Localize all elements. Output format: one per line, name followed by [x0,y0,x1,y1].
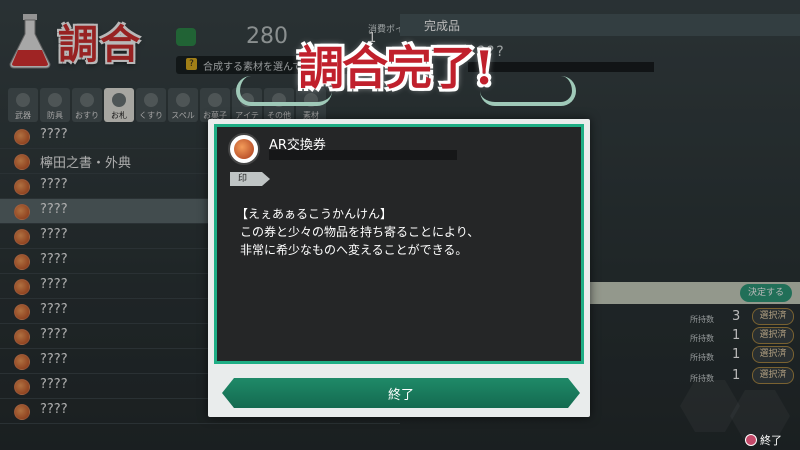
item-description: 非常に希少なものへ変えることができる。 [240,243,468,257]
circle-button-icon [745,434,757,446]
item-reading: 【えぇあぁるこうかんけん】 [236,207,393,221]
category-tag: 印 [230,172,270,186]
charm-icon [228,133,260,165]
end-hint[interactable]: 終了 [760,432,782,448]
completion-banner: 調合完了! [298,41,494,95]
banner-swirl-right [480,76,576,106]
end-button[interactable]: 終了 [222,378,580,408]
item-bar [269,150,457,160]
item-description: この券と少々の物品を持ち寄ることにより、 [240,225,480,239]
